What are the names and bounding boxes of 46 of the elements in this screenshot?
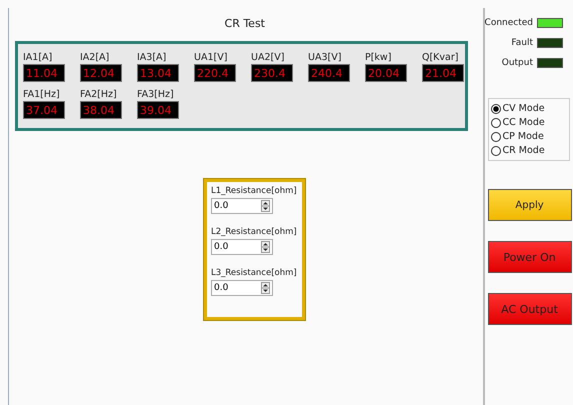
meter-label: Q[Kvar] xyxy=(422,52,460,63)
numeric-field[interactable]: 0.0 xyxy=(211,239,273,255)
mode-radio[interactable]: CV Mode xyxy=(490,103,567,114)
meter-label: UA3[V] xyxy=(308,52,342,63)
field-label: L1_Resistance[ohm] xyxy=(211,186,298,196)
action-button[interactable]: AC Output xyxy=(488,293,572,325)
radio-icon[interactable] xyxy=(490,132,501,142)
spinner-icon[interactable] xyxy=(261,282,270,294)
numeric-field[interactable]: 0.0 xyxy=(211,280,273,296)
meter-display: 13.04 xyxy=(137,64,179,82)
meter-display: 39.04 xyxy=(137,101,179,119)
indicator-label: Fault xyxy=(511,38,533,48)
meter-display: 21.04 xyxy=(422,64,464,82)
field-label: L2_Resistance[ohm] xyxy=(211,227,298,237)
meter-label: IA1[A] xyxy=(23,52,54,63)
meter-display: 38.04 xyxy=(80,101,122,119)
meter-label: FA2[Hz] xyxy=(80,89,118,100)
meter-label: UA2[V] xyxy=(251,52,286,63)
meter-display: 240.4 xyxy=(308,64,350,82)
numeric-field[interactable]: 0.0 xyxy=(211,198,273,214)
meter-display: 11.04 xyxy=(23,64,65,82)
field-label: L3_Resistance[ohm] xyxy=(211,268,298,278)
mode-radio[interactable]: CR Mode xyxy=(490,145,567,156)
meter-display: 20.04 xyxy=(365,64,407,82)
meter-display: 220.4 xyxy=(194,64,236,82)
meter-label: IA3[A] xyxy=(137,52,168,63)
meter-label: P[kw] xyxy=(365,52,392,63)
radio-icon[interactable] xyxy=(490,146,501,156)
indicator-label: Output xyxy=(502,58,533,68)
meter-display: 230.4 xyxy=(251,64,293,82)
mode-radio[interactable]: CP Mode xyxy=(490,131,567,142)
radio-icon[interactable] xyxy=(490,104,501,114)
action-button[interactable]: Apply xyxy=(488,189,572,221)
spinner-icon[interactable] xyxy=(261,241,270,253)
meter-label: FA3[Hz] xyxy=(137,89,175,100)
action-button[interactable]: Power On xyxy=(488,241,572,273)
indicator-label: Connected xyxy=(484,18,533,28)
meter-label: IA2[A] xyxy=(80,52,110,63)
meter-label: UA1[V] xyxy=(194,52,228,63)
radio-icon[interactable] xyxy=(490,118,501,128)
meter-display: 12.04 xyxy=(80,64,122,82)
meter-label: FA1[Hz] xyxy=(23,89,61,100)
mode-radio[interactable]: CC Mode xyxy=(490,117,567,128)
window-title: CR Test xyxy=(224,17,265,30)
meter-display: 37.04 xyxy=(23,101,65,119)
spinner-icon[interactable] xyxy=(261,200,270,212)
